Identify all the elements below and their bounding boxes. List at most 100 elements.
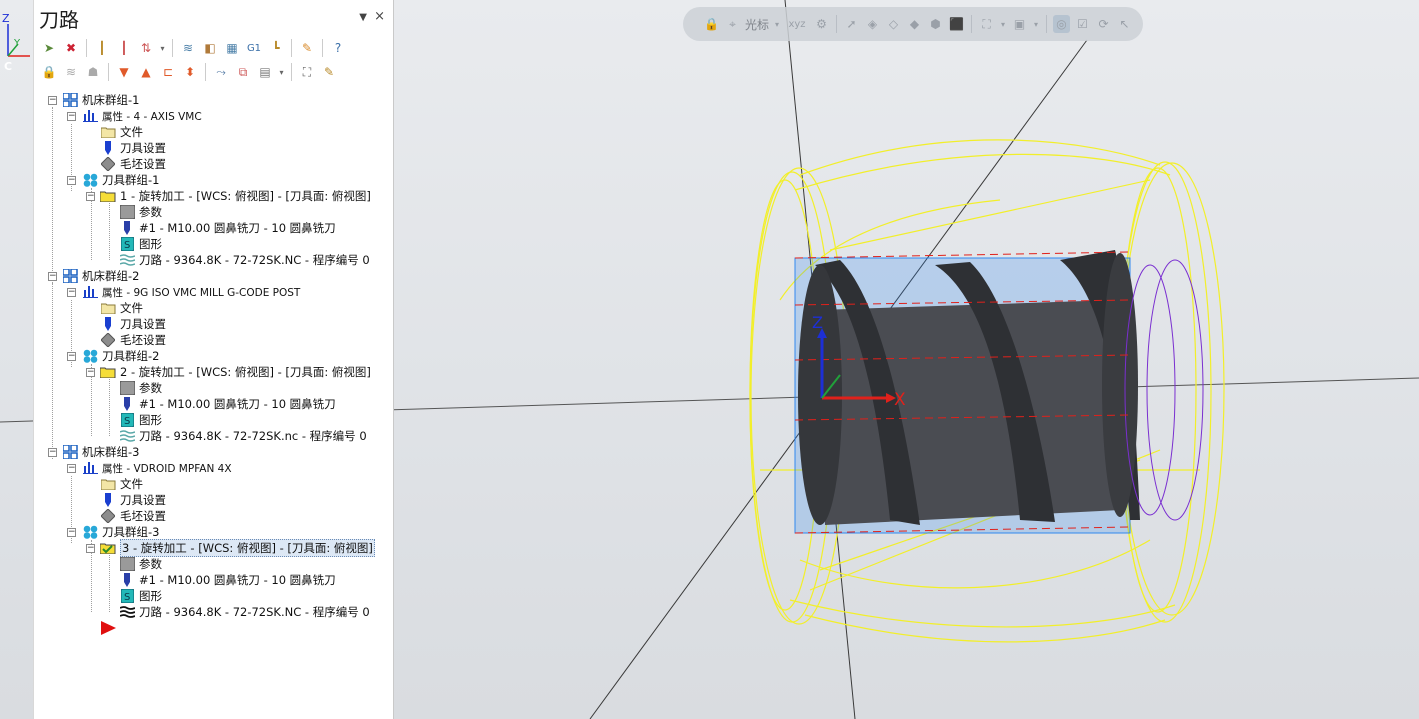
machine-icon[interactable]: ⛶ <box>297 62 317 82</box>
tree-node-properties[interactable]: 属性 - 9G ISO VMC MILL G-CODE POST <box>82 284 300 300</box>
toolpath-manager-icon[interactable]: ▤ <box>255 62 275 82</box>
tree-node-toolpath-group[interactable]: 刀具群组-2 <box>82 348 159 364</box>
clear-selection-icon[interactable]: ↖ <box>1116 15 1133 33</box>
expand-toggle[interactable]: − <box>67 176 76 185</box>
cursor-mode-label[interactable]: 光标 <box>745 16 769 33</box>
tree-node-files[interactable]: 文件 <box>100 476 143 492</box>
expand-toggle[interactable]: − <box>67 352 76 361</box>
body-select-icon[interactable]: ⬢ <box>927 15 944 33</box>
expand-toggle[interactable]: − <box>67 528 76 537</box>
cursor-icon[interactable]: ⌖ <box>724 15 741 33</box>
expand-toggle[interactable]: − <box>48 96 57 105</box>
move-down-icon[interactable]: ▼ <box>114 62 134 82</box>
toolpath-display-icon[interactable]: ≋ <box>178 38 198 58</box>
close-icon[interactable]: × <box>374 9 385 24</box>
single-select-icon[interactable]: ⤳ <box>211 62 231 82</box>
help-icon[interactable]: ? <box>328 38 348 58</box>
backplot-icon[interactable]: ▦ <box>222 38 242 58</box>
regenerate-icon[interactable]: ┃ <box>92 38 112 58</box>
face-select-icon[interactable]: ◇ <box>885 15 902 33</box>
post-icon[interactable]: ┗ <box>266 38 286 58</box>
tree-label: 图形 <box>139 413 162 427</box>
tree-node-tool-settings[interactable]: 刀具设置 <box>100 316 166 332</box>
toggle-post-icon[interactable]: ☗ <box>83 62 103 82</box>
g1-simulate-icon[interactable]: G1 <box>244 38 264 58</box>
tree-node-toolpath[interactable]: 刀路 - 9364.8K - 72-72SK.NC - 程序编号 0 <box>119 604 370 620</box>
move-up-icon[interactable]: ▲ <box>136 62 156 82</box>
tree-node-stock-setup[interactable]: 毛坯设置 <box>100 332 166 348</box>
tree-node-machine-group[interactable]: 机床群组-1 <box>62 92 139 108</box>
tree-node-machine-group[interactable]: 机床群组-2 <box>62 268 139 284</box>
chevron-down-icon[interactable]: ▾ <box>277 62 286 82</box>
expand-toggle[interactable]: − <box>48 272 57 281</box>
tree-node-stock-setup[interactable]: 毛坯设置 <box>100 508 166 524</box>
tree-node-geometry[interactable]: S 图形 <box>119 412 162 428</box>
tree-node-parameters[interactable]: 参数 <box>119 556 162 572</box>
highspeed-icon[interactable]: ✎ <box>297 38 317 58</box>
expand-toggle[interactable]: − <box>86 192 95 201</box>
tree-node-toolpath-group[interactable]: 刀具群组-1 <box>82 172 159 188</box>
chevron-down-icon[interactable]: ▾ <box>158 38 167 58</box>
display-options-icon[interactable]: ⧉ <box>233 62 253 82</box>
tree-node-toolpath[interactable]: 刀路 - 9364.8K - 72-72SK.NC - 程序编号 0 <box>119 252 370 268</box>
tree-node-tool[interactable]: #1 - M10.00 圆鼻铣刀 - 10 圆鼻铣刀 <box>119 572 336 588</box>
parameters-icon <box>119 557 135 571</box>
tree-node-tool[interactable]: #1 - M10.00 圆鼻铣刀 - 10 圆鼻铣刀 <box>119 220 336 236</box>
tree-node-toolpath[interactable]: 刀路 - 9364.8K - 72-72SK.nc - 程序编号 0 <box>119 428 367 444</box>
tree-node-properties[interactable]: 属性 - VDROID MPFAN 4X <box>82 460 232 476</box>
toggle-selected-icon[interactable]: ⇅ <box>136 38 156 58</box>
tree-node-tool-settings[interactable]: 刀具设置 <box>100 140 166 156</box>
tree-node-properties[interactable]: 属性 - 4 - AXIS VMC <box>82 108 202 124</box>
lock-icon[interactable]: 🔒 <box>39 62 59 82</box>
solid-select-icon[interactable]: ◈ <box>864 15 881 33</box>
tree-node-geometry[interactable]: S 图形 <box>119 588 162 604</box>
verify-icon[interactable]: ◧ <box>200 38 220 58</box>
shaded-cube-icon[interactable]: ⬛ <box>948 15 965 33</box>
gear-icon[interactable]: ⚙ <box>813 15 830 33</box>
verify-selected-icon[interactable]: ✎ <box>319 62 339 82</box>
tree-node-files[interactable]: 文件 <box>100 124 143 140</box>
tree-node-files[interactable]: 文件 <box>100 300 143 316</box>
expand-toggle[interactable]: − <box>67 288 76 297</box>
tree-node-operation[interactable]: 1 - 旋转加工 - [WCS: 俯视图] - [刀具面: 俯视图] <box>100 188 371 204</box>
select-all-dirty-icon[interactable]: ✖ <box>61 38 81 58</box>
verify-toggle-icon[interactable]: ◎ <box>1053 15 1071 33</box>
screw-part <box>798 250 1140 525</box>
expand-toggle[interactable]: − <box>86 544 95 553</box>
tree-label: 属性 - VDROID MPFAN 4X <box>102 462 232 475</box>
expand-toggle[interactable]: − <box>48 448 57 457</box>
tree-node-tool-settings[interactable]: 刀具设置 <box>100 492 166 508</box>
window-select-icon[interactable]: ▣ <box>1011 15 1028 33</box>
selection-filter-icon[interactable]: ⛶ <box>978 15 995 33</box>
select-arrow-icon[interactable]: ➚ <box>843 15 860 33</box>
expand-toggle[interactable]: − <box>67 464 76 473</box>
tree-node-stock-setup[interactable]: 毛坯设置 <box>100 156 166 172</box>
tree-node-tool[interactable]: #1 - M10.00 圆鼻铣刀 - 10 圆鼻铣刀 <box>119 396 336 412</box>
tree-node-toolpath-group[interactable]: 刀具群组-3 <box>82 524 159 540</box>
expand-toggle[interactable]: − <box>67 112 76 121</box>
chevron-down-icon[interactable]: ▾ <box>773 15 781 33</box>
chevron-down-icon[interactable]: ▾ <box>1032 15 1040 33</box>
toggle-display-icon[interactable]: ≋ <box>61 62 81 82</box>
chevron-down-icon[interactable]: ▾ <box>999 15 1007 33</box>
regen-icon[interactable]: ⟳ <box>1095 15 1112 33</box>
insert-arrow-icon[interactable]: ⊏ <box>158 62 178 82</box>
tree-node-operation[interactable]: 3 - 旋转加工 - [WCS: 俯视图] - [刀具面: 俯视图] <box>100 539 375 557</box>
tree-label: 参数 <box>139 557 162 571</box>
tree-node-operation[interactable]: 2 - 旋转加工 - [WCS: 俯视图] - [刀具面: 俯视图] <box>100 364 371 380</box>
tree-node-parameters[interactable]: 参数 <box>119 204 162 220</box>
tree-node-machine-group[interactable]: 机床群组-3 <box>62 444 139 460</box>
select-all-operations-icon[interactable]: ➤ <box>39 38 59 58</box>
tree-label: 机床群组-1 <box>82 93 140 107</box>
select-all-icon[interactable]: ☑ <box>1074 15 1091 33</box>
xyz-snap-icon[interactable]: xyz <box>785 15 809 33</box>
tree-node-parameters[interactable]: 参数 <box>119 380 162 396</box>
regenerate-dirty-icon[interactable]: ┃ <box>114 38 134 58</box>
insert-position-marker[interactable] <box>100 620 120 636</box>
edge-select-icon[interactable]: ◆ <box>906 15 923 33</box>
expand-toggle[interactable]: − <box>86 368 95 377</box>
scroll-icon[interactable]: ⬍ <box>180 62 200 82</box>
panel-pin-icon[interactable]: ▼ <box>359 12 367 23</box>
tree-node-geometry[interactable]: S 图形 <box>119 236 162 252</box>
lock-icon[interactable]: 🔒 <box>703 15 720 33</box>
